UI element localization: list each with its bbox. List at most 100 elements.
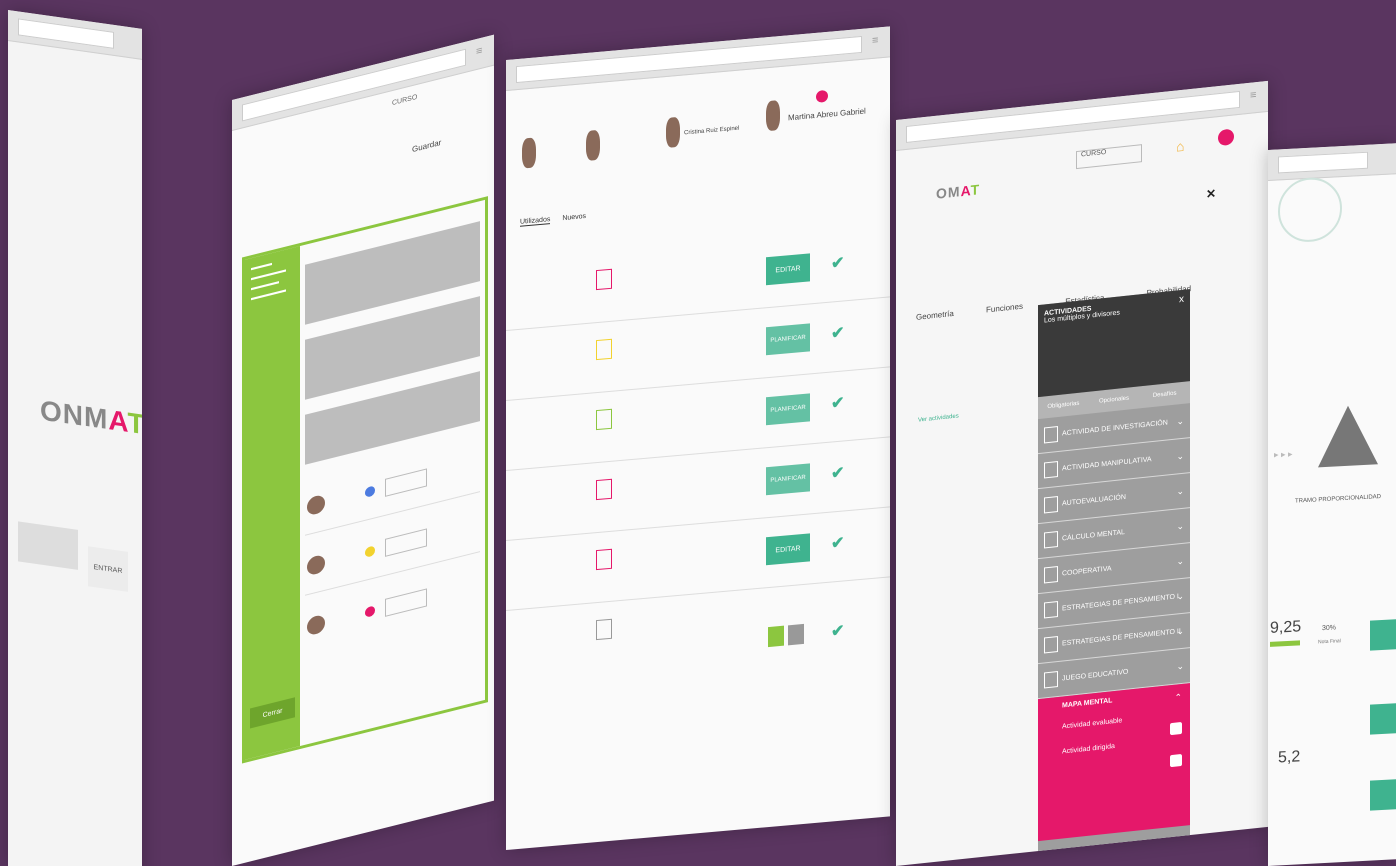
browser-bar <box>1268 143 1396 181</box>
thumb-up-button[interactable] <box>768 625 784 648</box>
menu-icon[interactable]: ≡ <box>872 34 884 47</box>
item-label: ACTIVIDAD DE INVESTIGACIÓN <box>1062 418 1168 438</box>
login-field[interactable] <box>18 521 78 570</box>
url-bar[interactable] <box>18 18 114 49</box>
cart-icon[interactable]: ⌂ <box>1176 138 1184 155</box>
dropdown[interactable] <box>385 528 427 557</box>
dropdown[interactable] <box>385 588 427 617</box>
menu-icon[interactable]: ≡ <box>476 43 488 59</box>
item-label: ACTIVIDAD MANIPULATIVA <box>1062 455 1152 473</box>
tab-required[interactable]: Obligatorias <box>1038 400 1089 411</box>
avatar <box>307 553 325 577</box>
url-bar[interactable] <box>516 35 862 84</box>
thumb-down-button[interactable] <box>788 623 804 646</box>
edit-button[interactable]: EDITAR <box>766 253 810 286</box>
teal-button[interactable] <box>1370 703 1396 735</box>
avatar <box>307 493 325 517</box>
activity-icon <box>1044 530 1058 549</box>
avatar <box>766 100 780 132</box>
avatar <box>586 129 600 162</box>
dropdown[interactable] <box>385 468 427 497</box>
screen-results: ▸ ▸ ▸ TRAMO PROPORCIONALIDAD 9,25 30% No… <box>1268 143 1396 866</box>
chevron-down-icon: ⌄ <box>1176 660 1184 672</box>
person-name: Martina Abreu Gabriel <box>788 106 866 123</box>
chevron-down-icon: ⌄ <box>1176 625 1184 637</box>
check-icon: ✔ <box>831 622 845 641</box>
tab-used[interactable]: Utilizados <box>520 216 551 227</box>
score: 5,2 <box>1278 748 1301 767</box>
course-label: CURSO <box>392 93 418 108</box>
tab-geometry[interactable]: Geometría <box>916 309 954 322</box>
tab-optional[interactable]: Opcionales <box>1089 394 1140 405</box>
panel-highlight: MAPA MENTAL Actividad evaluable Activida… <box>1038 683 1190 842</box>
chevron-down-icon: ⌄ <box>1176 555 1184 567</box>
plan-button[interactable]: PLANIFICAR <box>766 323 810 356</box>
item-label: AUTOEVALUACIÓN <box>1062 493 1126 508</box>
activity-icon <box>1044 670 1058 689</box>
item-label: CÁLCULO MENTAL <box>1062 528 1125 543</box>
course-select[interactable]: CURSO <box>1076 144 1142 170</box>
url-bar[interactable] <box>242 48 466 122</box>
chevron-down-icon: ⌄ <box>1176 450 1184 462</box>
screen-login: ONMAT ENTRAR <box>8 10 142 866</box>
activity-icon <box>596 338 612 361</box>
screen-planning: ≡ CURSO Guardar ▬▬▬ ▬▬▬▬▬ ▬▬▬▬ ▬▬▬▬▬ Cerrar <box>232 34 494 866</box>
percent: 30% <box>1322 624 1337 633</box>
arrow-icons: ▸ ▸ ▸ <box>1274 448 1293 460</box>
check-icon: ✔ <box>831 534 845 553</box>
tramo-label: TRAMO PROPORCIONALIDAD <box>1294 494 1381 505</box>
avatar <box>522 137 536 169</box>
close-button[interactable]: Cerrar <box>250 697 295 729</box>
activity-icon <box>1044 600 1058 619</box>
tabs: Utilizados Nuevos <box>520 213 586 227</box>
chevron-down-icon: ⌄ <box>1176 520 1184 532</box>
item-label: ESTRATEGIAS DE PENSAMIENTO II <box>1062 627 1181 648</box>
activity-icon <box>1044 460 1058 479</box>
item-label: JUEGO EDUCATIVO <box>1062 668 1129 683</box>
panel-close-icon[interactable]: x <box>1179 294 1184 306</box>
checkbox[interactable] <box>1170 753 1182 768</box>
highlight-sub1: Actividad evaluable <box>1062 717 1123 731</box>
status-dot <box>365 605 375 618</box>
browser-bar <box>8 10 142 60</box>
item-label: COOPERATIVA <box>1062 564 1112 578</box>
check-icon: ✔ <box>831 464 845 483</box>
login-button[interactable]: ENTRAR <box>88 546 128 592</box>
url-bar[interactable] <box>1278 151 1368 174</box>
tab-save[interactable]: Guardar <box>412 138 441 154</box>
app-logo: ONMAT <box>40 394 142 441</box>
chevron-down-icon: ⌄ <box>1176 485 1184 497</box>
status-dot <box>816 89 828 103</box>
tab-new[interactable]: Nuevos <box>562 213 586 222</box>
edit-button[interactable]: EDITAR <box>766 533 810 566</box>
teal-button[interactable] <box>1370 779 1396 811</box>
people-row: Cristina Ruiz Espinel Martina Abreu Gabr… <box>516 77 880 179</box>
app-logo: OMAT <box>936 181 981 202</box>
close-icon[interactable]: ✕ <box>1206 186 1216 201</box>
activity-icon <box>596 478 612 501</box>
teal-button[interactable] <box>1370 619 1396 651</box>
plan-button[interactable]: PLANIFICAR <box>766 463 810 496</box>
plan-button[interactable]: PLANIFICAR <box>766 393 810 426</box>
tab-challenges[interactable]: Desafíos <box>1139 389 1190 400</box>
green-frame: ▬▬▬ ▬▬▬▬▬ ▬▬▬▬ ▬▬▬▬▬ Cerrar <box>242 196 488 764</box>
url-bar[interactable] <box>906 90 1240 143</box>
stage: ONMAT ENTRAR ≡ CURSO Guardar ▬▬▬ ▬▬▬▬▬ ▬▬▬… <box>0 0 1396 866</box>
avatar <box>307 613 325 637</box>
person-name: Cristina Ruiz Espinel <box>684 125 740 137</box>
avatar <box>666 116 680 149</box>
see-activities-link[interactable]: Ver actividades <box>918 413 959 423</box>
check-icon: ✔ <box>831 394 845 413</box>
tab-functions[interactable]: Funciones <box>986 302 1023 315</box>
checkbox[interactable] <box>1170 721 1182 736</box>
item-label: ESTRATEGIAS DE PENSAMIENTO I <box>1062 592 1179 613</box>
panel-header: ACTIVIDADES Los múltiplos y divisores x <box>1038 289 1190 398</box>
highlight-sub2: Actividad dirigida <box>1062 742 1115 756</box>
chevron-up-icon[interactable]: ⌃ <box>1174 692 1182 704</box>
score: 9,25 <box>1270 618 1302 637</box>
user-avatar-icon[interactable] <box>1218 128 1234 147</box>
panel-text: ▬▬▬ ▬▬▬▬▬ ▬▬▬▬ ▬▬▬▬▬ <box>251 260 286 303</box>
chevron-down-icon: ⌄ <box>1176 415 1184 427</box>
menu-icon[interactable]: ≡ <box>1250 89 1262 102</box>
activity-icon <box>1044 635 1058 654</box>
